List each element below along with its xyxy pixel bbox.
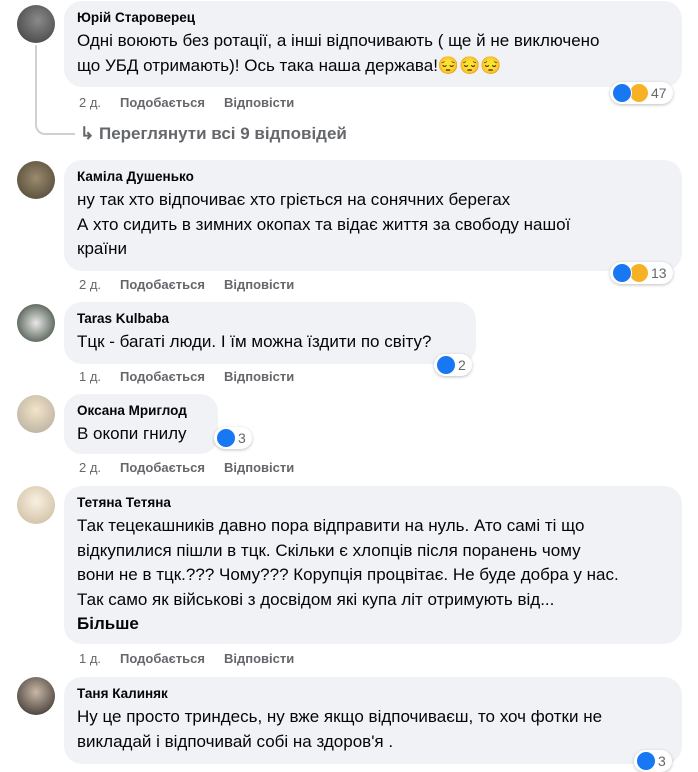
reaction-count: 47 bbox=[651, 85, 667, 101]
like-button[interactable]: Подобається bbox=[120, 369, 205, 384]
like-button[interactable]: Подобається bbox=[120, 460, 205, 475]
like-button[interactable]: Подобається bbox=[120, 95, 205, 110]
comment-text: Тцк - багаті люди. І їм можна їздити по … bbox=[77, 332, 432, 351]
comment-bubble: Юрій Староверец Одні воюють без ротації,… bbox=[64, 1, 682, 87]
see-more-link[interactable]: Більше bbox=[77, 612, 670, 636]
avatar[interactable] bbox=[17, 161, 55, 199]
comment-text: В окопи гнилу bbox=[77, 424, 187, 443]
like-reaction-icon bbox=[216, 428, 236, 448]
sad-reaction-icon bbox=[629, 83, 649, 103]
comment-actions: 2 д. Подобається Відповісти bbox=[79, 277, 313, 292]
view-replies-link[interactable]: ↳ Переглянути всі 9 відповідей bbox=[80, 124, 347, 144]
like-reaction-icon bbox=[436, 355, 456, 375]
reply-arrow-icon: ↳ bbox=[80, 124, 99, 143]
author-name[interactable]: Юрій Староверец bbox=[77, 9, 670, 26]
comment-actions: 2 д. Подобається Відповісти bbox=[79, 460, 313, 475]
reply-button[interactable]: Відповісти bbox=[224, 369, 294, 384]
avatar[interactable] bbox=[17, 304, 55, 342]
comment-actions: 2 д. Подобається Відповісти bbox=[79, 95, 313, 110]
timestamp[interactable]: 2 д. bbox=[79, 277, 101, 292]
sad-reaction-icon bbox=[629, 263, 649, 283]
comment-text: Так тецекашників давно пора відправити н… bbox=[77, 516, 619, 609]
comment-actions: 1 д. Подобається Відповісти bbox=[79, 651, 313, 666]
comment-bubble: Taras Kulbaba Тцк - багаті люди. І їм мо… bbox=[64, 302, 476, 364]
view-replies-label: Переглянути всі 9 відповідей bbox=[98, 124, 347, 143]
comment-actions: 1 д. Подобається Відповісти bbox=[79, 369, 313, 384]
avatar[interactable] bbox=[17, 486, 55, 524]
author-name[interactable]: Таня Калиняк bbox=[77, 685, 670, 702]
reply-button[interactable]: Відповісти bbox=[224, 277, 294, 292]
avatar[interactable] bbox=[17, 395, 55, 433]
timestamp[interactable]: 1 д. bbox=[79, 651, 101, 666]
comment-bubble: Таня Калиняк Ну це просто триндесь, ну в… bbox=[64, 677, 682, 764]
like-reaction-icon bbox=[612, 83, 632, 103]
reply-button[interactable]: Відповісти bbox=[224, 95, 294, 110]
reaction-count: 3 bbox=[238, 430, 246, 446]
timestamp[interactable]: 1 д. bbox=[79, 369, 101, 384]
like-button[interactable]: Подобається bbox=[120, 277, 205, 292]
comment-text: Одні воюють без ротації, а інші відпочив… bbox=[77, 31, 600, 75]
comment-text: ну так хто відпочиває хто гріється на со… bbox=[77, 190, 571, 258]
reactions-summary[interactable]: 13 bbox=[610, 262, 673, 284]
author-name[interactable]: Оксана Мриглод bbox=[77, 402, 206, 419]
avatar[interactable] bbox=[17, 5, 55, 43]
reactions-summary[interactable]: 3 bbox=[214, 427, 252, 449]
comment-text: Ну це просто триндесь, ну вже якщо відпо… bbox=[77, 707, 603, 751]
author-name[interactable]: Каміла Душенько bbox=[77, 168, 670, 185]
author-name[interactable]: Taras Kulbaba bbox=[77, 310, 464, 327]
comment-bubble: Оксана Мриглод В окопи гнилу bbox=[64, 394, 218, 454]
like-reaction-icon bbox=[612, 263, 632, 283]
like-reaction-icon bbox=[636, 751, 656, 771]
reply-button[interactable]: Відповісти bbox=[224, 460, 294, 475]
reactions-summary[interactable]: 3 bbox=[634, 750, 672, 772]
timestamp[interactable]: 2 д. bbox=[79, 460, 101, 475]
reaction-count: 3 bbox=[658, 753, 666, 769]
reactions-summary[interactable]: 2 bbox=[434, 354, 472, 376]
like-button[interactable]: Подобається bbox=[120, 651, 205, 666]
reaction-count: 2 bbox=[458, 357, 466, 373]
comment-bubble: Каміла Душенько ну так хто відпочиває хт… bbox=[64, 160, 682, 271]
thread-line bbox=[35, 45, 75, 135]
reply-button[interactable]: Відповісти bbox=[224, 651, 294, 666]
comment-bubble: Тетяна Тетяна Так тецекашників давно пор… bbox=[64, 486, 682, 644]
author-name[interactable]: Тетяна Тетяна bbox=[77, 494, 670, 511]
reaction-count: 13 bbox=[651, 265, 667, 281]
reactions-summary[interactable]: 47 bbox=[610, 82, 673, 104]
timestamp[interactable]: 2 д. bbox=[79, 95, 101, 110]
avatar[interactable] bbox=[17, 677, 55, 715]
